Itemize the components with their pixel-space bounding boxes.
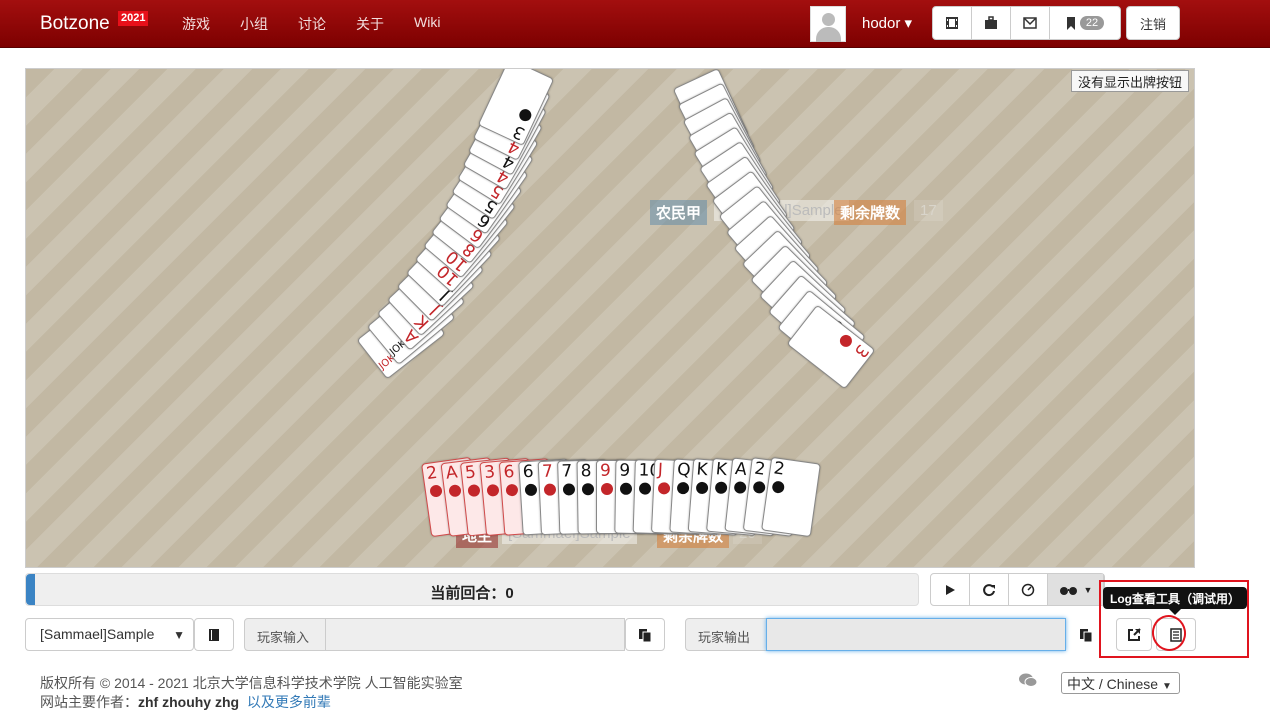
play-icon[interactable] — [931, 574, 970, 605]
card-suit-icon — [638, 482, 652, 495]
brand-year-badge: 2021 — [118, 11, 149, 26]
username-label: hodor — [862, 15, 901, 32]
bookmark-count-badge: 22 — [1079, 16, 1105, 30]
turn-progress-bar: 当前回合：0 — [25, 573, 919, 606]
turn-value: 0 — [505, 585, 514, 602]
card-rank: K — [714, 459, 728, 481]
wechat-icon[interactable] — [1018, 672, 1038, 693]
username-dropdown[interactable]: hodor ▾ — [862, 14, 912, 32]
card-rank: 6 — [502, 461, 516, 483]
debug-no-play-button[interactable]: 没有显示出牌按钮 — [1071, 70, 1190, 92]
card-suit-icon — [752, 480, 766, 495]
card-rank: K — [695, 459, 709, 481]
card-rank: 6 — [522, 461, 535, 483]
card-rank: 2 — [753, 458, 767, 480]
more-authors-link[interactable]: 以及更多前辈 — [247, 694, 331, 710]
book-icon[interactable] — [194, 618, 234, 651]
avatar[interactable] — [810, 6, 846, 42]
card-rank: 8 — [580, 461, 592, 482]
card-rank: 9 — [600, 461, 611, 481]
card-suit-icon — [657, 482, 671, 495]
card-rank: 9 — [619, 460, 631, 481]
card-rank: 2 — [772, 458, 786, 480]
card-rank: 3 — [483, 462, 497, 484]
card-suit-icon — [581, 483, 595, 496]
card-rank: A — [734, 458, 748, 481]
copy-input-icon[interactable] — [625, 618, 665, 651]
card-suit-icon — [543, 483, 557, 496]
card-rank: 2 — [425, 462, 439, 485]
briefcase-icon[interactable] — [972, 7, 1011, 39]
card-rank: Q — [676, 459, 692, 481]
logout-button[interactable]: 注销 — [1126, 6, 1180, 40]
player-input-field[interactable] — [325, 618, 625, 651]
player-select-value: [Sammael]Sample — [40, 626, 155, 642]
card-suit-icon — [676, 481, 690, 495]
bookmark-button[interactable]: 22 — [1050, 7, 1120, 39]
card-suit-icon — [562, 483, 576, 496]
authors-names: zhf zhouhy zhg — [138, 694, 240, 710]
turn-label: 当前回合： — [430, 585, 506, 602]
player-output-field[interactable] — [766, 618, 1066, 651]
card-suit-icon — [695, 481, 709, 495]
card-suit-icon — [505, 483, 519, 497]
card-suit-icon — [429, 484, 443, 498]
film-icon[interactable] — [933, 7, 972, 39]
player-input-label: 玩家输入 — [244, 618, 326, 651]
chevron-down-icon: ▼ — [1161, 681, 1172, 692]
playback-controls: ▼ — [930, 573, 1105, 606]
card-suit-icon — [524, 483, 538, 497]
card-rank: 3 — [510, 120, 529, 144]
refresh-icon[interactable] — [970, 574, 1009, 605]
card-rank: 3 — [849, 340, 873, 362]
navbar: Botzone 2021 游戏 小组 讨论 关于 Wiki hodor ▾ 22… — [0, 0, 1270, 48]
playing-card[interactable]: 2 — [761, 456, 821, 538]
player-output-label: 玩家输出 — [685, 618, 767, 651]
game-board: 3444556681010JJKAJOKERJOKER 2KQQJ1010998… — [25, 68, 1195, 568]
card-suit-icon — [619, 482, 633, 495]
nav-item-groups[interactable]: 小组 — [240, 14, 268, 34]
nav-item-games[interactable]: 游戏 — [182, 14, 210, 34]
authors-label: 网站主要作者： — [40, 694, 138, 710]
card-rank: 7 — [561, 461, 573, 482]
nav-item-about[interactable]: 关于 — [356, 14, 384, 34]
nav-item-discuss[interactable]: 讨论 — [298, 14, 326, 34]
footer-copyright: 版权所有 © 2014 - 2021 北京大学信息科学技术学院 人工智能实验室 — [40, 675, 463, 691]
caret-down-icon: ▾ — [904, 15, 913, 32]
card-suit-icon — [467, 483, 481, 498]
card-suit-icon — [448, 484, 462, 498]
card-suit-icon — [601, 483, 613, 495]
right-player-role: 农民甲 — [650, 200, 708, 225]
language-select[interactable]: 中文 / Chinese ▼ — [1061, 672, 1180, 694]
envelope-icon[interactable] — [1011, 7, 1050, 39]
card-suit-icon — [714, 481, 728, 495]
footer-authors: 网站主要作者：zhf zhouhy zhg 以及更多前辈 — [40, 692, 331, 712]
card-rank: 5 — [463, 462, 477, 484]
card-rank: A — [444, 462, 459, 484]
card-rank: J — [657, 460, 664, 481]
card-rank: 7 — [541, 461, 554, 482]
glasses-icon[interactable]: ▼ — [1048, 574, 1104, 605]
chevron-down-icon: ▼ — [173, 628, 185, 642]
card-suit-icon — [486, 483, 500, 497]
right-player-remaining-count: 17 — [914, 200, 943, 221]
right-player-remaining-label: 剩余牌数 — [834, 200, 907, 225]
language-value: 中文 / Chinese — [1067, 676, 1159, 692]
card-suit-icon — [733, 480, 747, 495]
turn-text: 当前回合：0 — [26, 582, 918, 603]
brand-logo[interactable]: Botzone — [40, 13, 110, 35]
nav-item-wiki[interactable]: Wiki — [414, 14, 440, 30]
bookmark-icon — [1066, 16, 1075, 30]
user-actions-group: 22 — [932, 6, 1121, 40]
dashboard-icon[interactable] — [1009, 574, 1048, 605]
player-select[interactable]: [Sammael]Sample ▼ — [25, 618, 194, 651]
card-suit-icon — [771, 480, 786, 494]
